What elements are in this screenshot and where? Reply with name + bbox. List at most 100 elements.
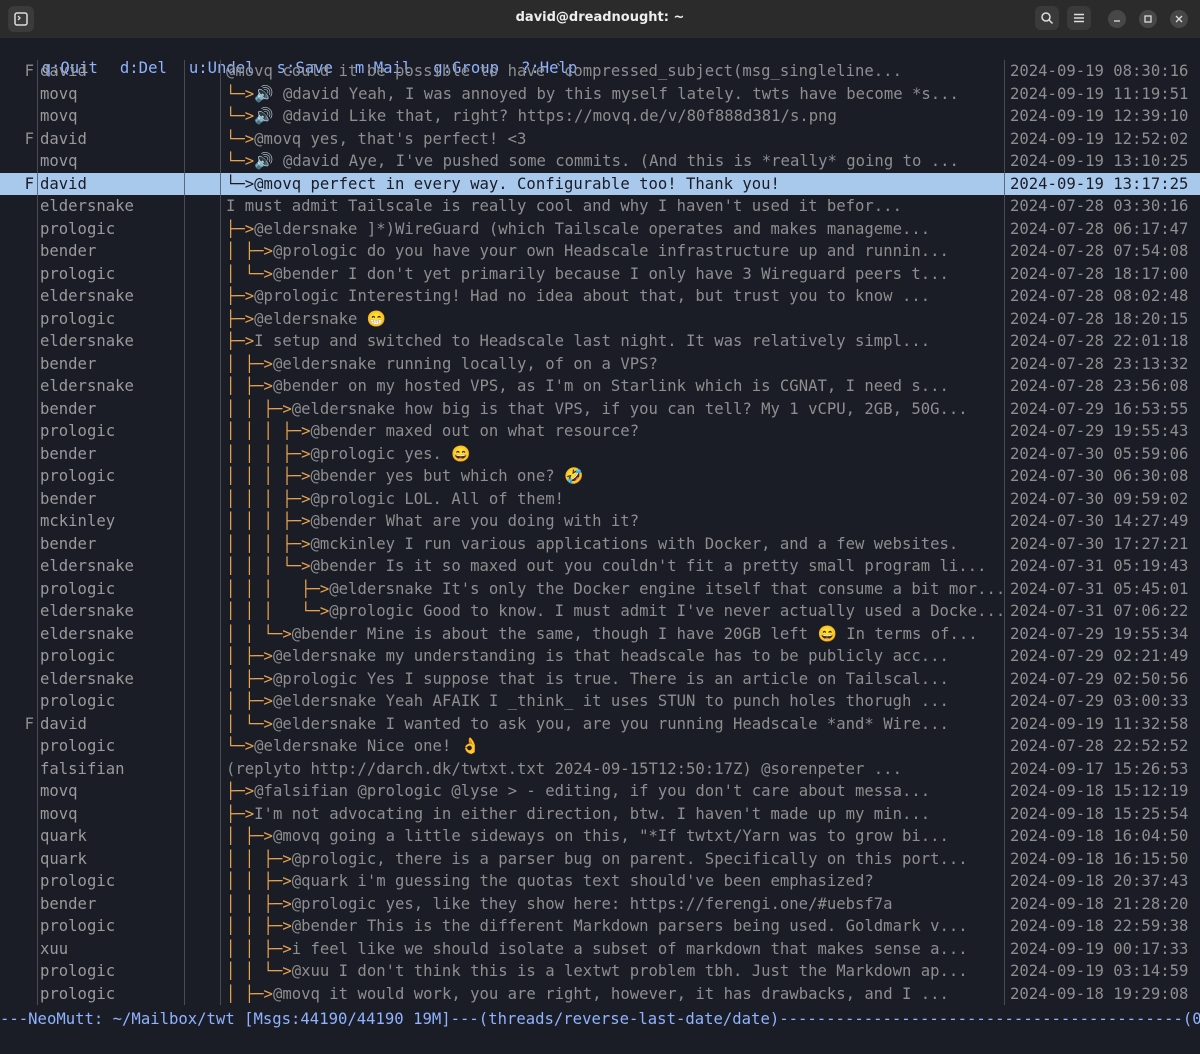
message-row[interactable]: prologic │ │ │ ├─>@eldersnake It's only t… [0, 577, 1200, 600]
column-separator [220, 60, 221, 83]
message-row[interactable]: prologic │ ├─>@movq it would work, you ar… [0, 982, 1200, 1006]
column-separator [220, 870, 221, 893]
message-row[interactable]: prologic │ │ │ ├─>@bender yes but which o… [0, 465, 1200, 488]
thread-tree: │ │ │ ├─> [226, 579, 330, 598]
message-row[interactable]: movq ├─>@falsifian @prologic @lyse > - ed… [0, 780, 1200, 803]
column-separator [220, 622, 221, 645]
message-flag [0, 623, 36, 646]
message-flag [0, 195, 36, 218]
column-separator [220, 690, 221, 713]
thread-tree: │ │ ├─> [226, 849, 292, 868]
message-row[interactable]: Fdavid @movq could it be possible to have… [0, 60, 1200, 83]
thread-tree: │ │ ├─> [226, 894, 292, 913]
message-row[interactable]: eldersnake │ ├─>@bender on my hosted VPS,… [0, 375, 1200, 398]
column-separator [220, 330, 221, 353]
column-separator [1004, 622, 1005, 645]
message-row[interactable]: prologic └─>@eldersnake Nice one! 👌 2024-0… [0, 735, 1200, 758]
message-subject-cell: ├─>@falsifian @prologic @lyse > - editin… [226, 780, 1002, 803]
column-separator [184, 825, 185, 848]
thread-tree: │ │ │ ├─> [226, 489, 311, 508]
message-row[interactable]: eldersnake I must admit Tailscale is real… [0, 195, 1200, 218]
message-row[interactable]: quark │ ├─>@movq going a little sideways … [0, 825, 1200, 848]
message-row[interactable]: Fdavid └─>@movq yes, that's perfect! <3 20… [0, 127, 1200, 150]
message-row[interactable]: movq └─>🔊 @david Like that, right? https:… [0, 105, 1200, 128]
message-row[interactable]: bender │ │ ├─>@prologic yes, like they sh… [0, 892, 1200, 915]
message-row[interactable]: eldersnake │ │ │ └─>@prologic Good to kno… [0, 600, 1200, 623]
message-row[interactable]: prologic ├─>@eldersnake 😁 2024-07-28 18:20… [0, 307, 1200, 330]
column-separator [37, 127, 38, 150]
column-separator [37, 375, 38, 398]
message-row[interactable]: prologic ├─>@eldersnake ]*)WireGuard (whi… [0, 217, 1200, 241]
column-separator [1004, 195, 1005, 218]
message-row[interactable]: prologic │ ├─>@eldersnake Yeah AFAIK I _t… [0, 690, 1200, 713]
message-flag [0, 735, 36, 758]
message-row[interactable]: movq └─>🔊 @david Aye, I've pushed some co… [0, 150, 1200, 173]
message-row[interactable]: eldersnake │ │ │ └─>@bender Is it so maxe… [0, 555, 1200, 578]
column-separator [220, 892, 221, 915]
message-row[interactable]: eldersnake │ │ └─>@bender Mine is about t… [0, 622, 1200, 646]
message-flag [0, 983, 36, 1006]
column-separator [1004, 600, 1005, 623]
message-row[interactable]: xuu │ │ ├─>i feel like we should isolate … [0, 937, 1200, 961]
message-flag [0, 758, 36, 781]
menu-button[interactable] [1067, 6, 1091, 30]
message-row[interactable]: bender │ │ │ ├─>@prologic yes. 😄 2024-07-3… [0, 442, 1200, 465]
message-row[interactable]: bender │ │ │ ├─>@prologic LOL. All of the… [0, 487, 1200, 510]
message-author: eldersnake [40, 332, 134, 350]
message-row[interactable]: bender │ │ │ ├─>@mckinley I run various a… [0, 532, 1200, 555]
column-separator [184, 195, 185, 218]
message-date: 2024-07-28 03:30:16 [1010, 197, 1189, 215]
message-row[interactable]: prologic │ │ └─>@xuu I don't think this i… [0, 960, 1200, 983]
message-row[interactable]: movq ├─>I'm not advocating in either dire… [0, 802, 1200, 825]
thread-tree: │ ├─> [226, 827, 273, 845]
message-row[interactable]: falsifian (replyto http://darch.dk/twtxt.… [0, 757, 1200, 781]
column-separator [220, 375, 221, 398]
column-separator [1004, 915, 1005, 938]
message-row[interactable]: quark │ │ ├─>@prologic, there is a parser… [0, 847, 1200, 870]
message-row[interactable]: bender │ ├─>@prologic do you have your ow… [0, 240, 1200, 263]
message-flag [0, 218, 36, 241]
column-separator [220, 735, 221, 758]
close-button[interactable] [1170, 10, 1188, 28]
message-subject-cell: │ │ ├─>@eldersnake how big is that VPS, … [226, 398, 1002, 421]
column-separator [220, 307, 221, 330]
message-row[interactable]: bender │ │ ├─>@eldersnake how big is that… [0, 397, 1200, 421]
message-date: 2024-07-30 17:27:21 [1010, 534, 1189, 553]
minimize-icon [1114, 20, 1120, 22]
message-row[interactable]: mckinley │ │ │ ├─>@bender What are you do… [0, 510, 1200, 533]
message-date: 2024-07-30 05:59:06 [1010, 444, 1189, 463]
message-flag [0, 938, 36, 961]
minimize-button[interactable] [1108, 10, 1126, 28]
message-author: eldersnake [40, 602, 134, 620]
message-row[interactable]: prologic │ │ │ ├─>@bender maxed out on wh… [0, 420, 1200, 443]
message-row[interactable]: Fdavid │ └─>@eldersnake I wanted to ask y… [0, 712, 1200, 735]
column-separator [37, 735, 38, 758]
maximize-button[interactable] [1139, 10, 1157, 28]
message-row[interactable]: prologic │ ├─>@eldersnake my understandin… [0, 645, 1200, 668]
message-row[interactable]: Fdavid └─>@movq perfect in every way. Con… [0, 172, 1200, 195]
thread-tree: │ ├─> [226, 354, 273, 373]
column-separator [220, 847, 221, 870]
message-row[interactable]: prologic │ └─>@bender I don't yet primari… [0, 262, 1200, 285]
column-separator [220, 982, 221, 1005]
message-row[interactable]: prologic │ │ ├─>@bender This is the diffe… [0, 915, 1200, 938]
search-button[interactable] [1035, 6, 1059, 30]
message-row[interactable]: eldersnake │ ├─>@prologic Yes I suppose t… [0, 667, 1200, 690]
message-subject-cell: ├─>@prologic Interesting! Had no idea ab… [226, 285, 1002, 308]
column-separator [37, 645, 38, 668]
message-row[interactable]: bender │ ├─>@eldersnake running locally, … [0, 352, 1200, 375]
column-separator [1004, 82, 1005, 105]
message-row[interactable]: prologic │ │ ├─>@quark i'm guessing the q… [0, 870, 1200, 893]
message-subject: @bender yes but which one? 🤣 [310, 467, 584, 485]
column-separator [37, 577, 38, 600]
column-separator [184, 735, 185, 758]
column-separator [220, 577, 221, 600]
message-date: 2024-07-29 02:21:49 [1010, 647, 1189, 665]
message-row[interactable]: eldersnake ├─>@prologic Interesting! Had … [0, 285, 1200, 308]
column-separator [220, 465, 221, 488]
message-subject: I must admit Tailscale is really cool an… [226, 197, 902, 215]
message-row[interactable]: movq └─>🔊 @david Yeah, I was annoyed by t… [0, 82, 1200, 106]
message-subject-cell: └─>🔊 @david Yeah, I was annoyed by this … [226, 83, 1002, 106]
terminal-area[interactable]: q:Quit d:Del u:Undel s:Save m:Mail g:Group ?:H… [0, 38, 1200, 1054]
message-row[interactable]: eldersnake ├─>I setup and switched to Hea… [0, 330, 1200, 353]
